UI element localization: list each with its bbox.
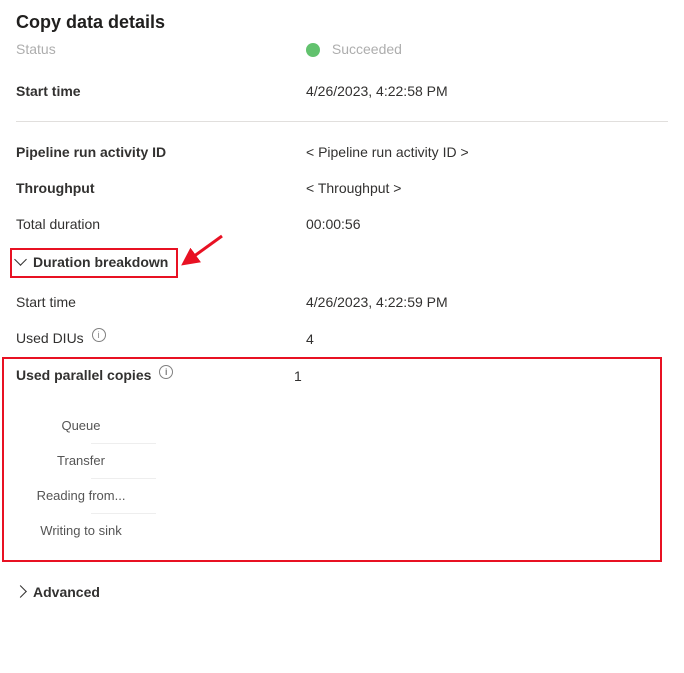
pipeline-id-label: Pipeline run activity ID: [16, 144, 306, 160]
used-dius-row: Used DIUs i 4: [16, 320, 668, 357]
info-icon[interactable]: i: [92, 328, 106, 342]
highlight-parallel-copies-section: Used parallel copies i 1 Queue Transfer …: [2, 357, 662, 562]
used-dius-value: 4: [306, 331, 668, 347]
chevron-right-icon: [14, 585, 27, 598]
throughput-row: Throughput < Throughput >: [16, 170, 668, 206]
stage-transfer: Transfer: [16, 443, 146, 478]
status-value-wrap: Succeeded: [306, 41, 668, 57]
chevron-down-icon[interactable]: [14, 253, 27, 266]
throughput-value: < Throughput >: [306, 180, 668, 196]
stage-writing-sink: Writing to sink: [16, 513, 146, 548]
panel-title: Copy data details: [16, 12, 668, 33]
used-dius-label-text: Used DIUs: [16, 330, 84, 346]
info-icon[interactable]: i: [159, 365, 173, 379]
advanced-toggle[interactable]: Advanced: [16, 584, 668, 600]
used-parallel-label: Used parallel copies i: [16, 367, 294, 384]
throughput-label: Throughput: [16, 180, 306, 196]
highlight-duration-breakdown: Duration breakdown: [10, 248, 178, 278]
start-time-value: 4/26/2023, 4:22:58 PM: [306, 83, 668, 99]
stage-queue: Queue: [16, 408, 146, 443]
duration-sub-stages: Queue Transfer Reading from... Writing t…: [16, 408, 146, 548]
status-row: Status Succeeded: [16, 41, 668, 73]
used-parallel-label-text: Used parallel copies: [16, 367, 151, 383]
separator: [16, 121, 668, 122]
breakdown-start-time-row: Start time 4/26/2023, 4:22:59 PM: [16, 284, 668, 320]
breakdown-start-time-label: Start time: [16, 294, 306, 310]
start-time-row: Start time 4/26/2023, 4:22:58 PM: [16, 73, 668, 109]
breakdown-start-time-value: 4/26/2023, 4:22:59 PM: [306, 294, 668, 310]
pipeline-id-row: Pipeline run activity ID < Pipeline run …: [16, 134, 668, 170]
used-parallel-value: 1: [294, 368, 648, 384]
total-duration-label: Total duration: [16, 216, 306, 232]
total-duration-value: 00:00:56: [306, 216, 668, 232]
status-value: Succeeded: [332, 41, 402, 57]
annotation-arrow-icon: [180, 232, 226, 268]
advanced-label: Advanced: [33, 584, 100, 600]
status-label: Status: [16, 41, 306, 57]
total-duration-row: Total duration 00:00:56: [16, 206, 668, 242]
used-parallel-row: Used parallel copies i 1: [16, 367, 648, 394]
stage-reading-from: Reading from...: [16, 478, 146, 513]
pipeline-id-value: < Pipeline run activity ID >: [306, 144, 668, 160]
used-dius-label: Used DIUs i: [16, 330, 306, 347]
duration-breakdown-toggle[interactable]: Duration breakdown: [33, 254, 168, 270]
success-icon: [306, 43, 320, 57]
start-time-label: Start time: [16, 83, 306, 99]
